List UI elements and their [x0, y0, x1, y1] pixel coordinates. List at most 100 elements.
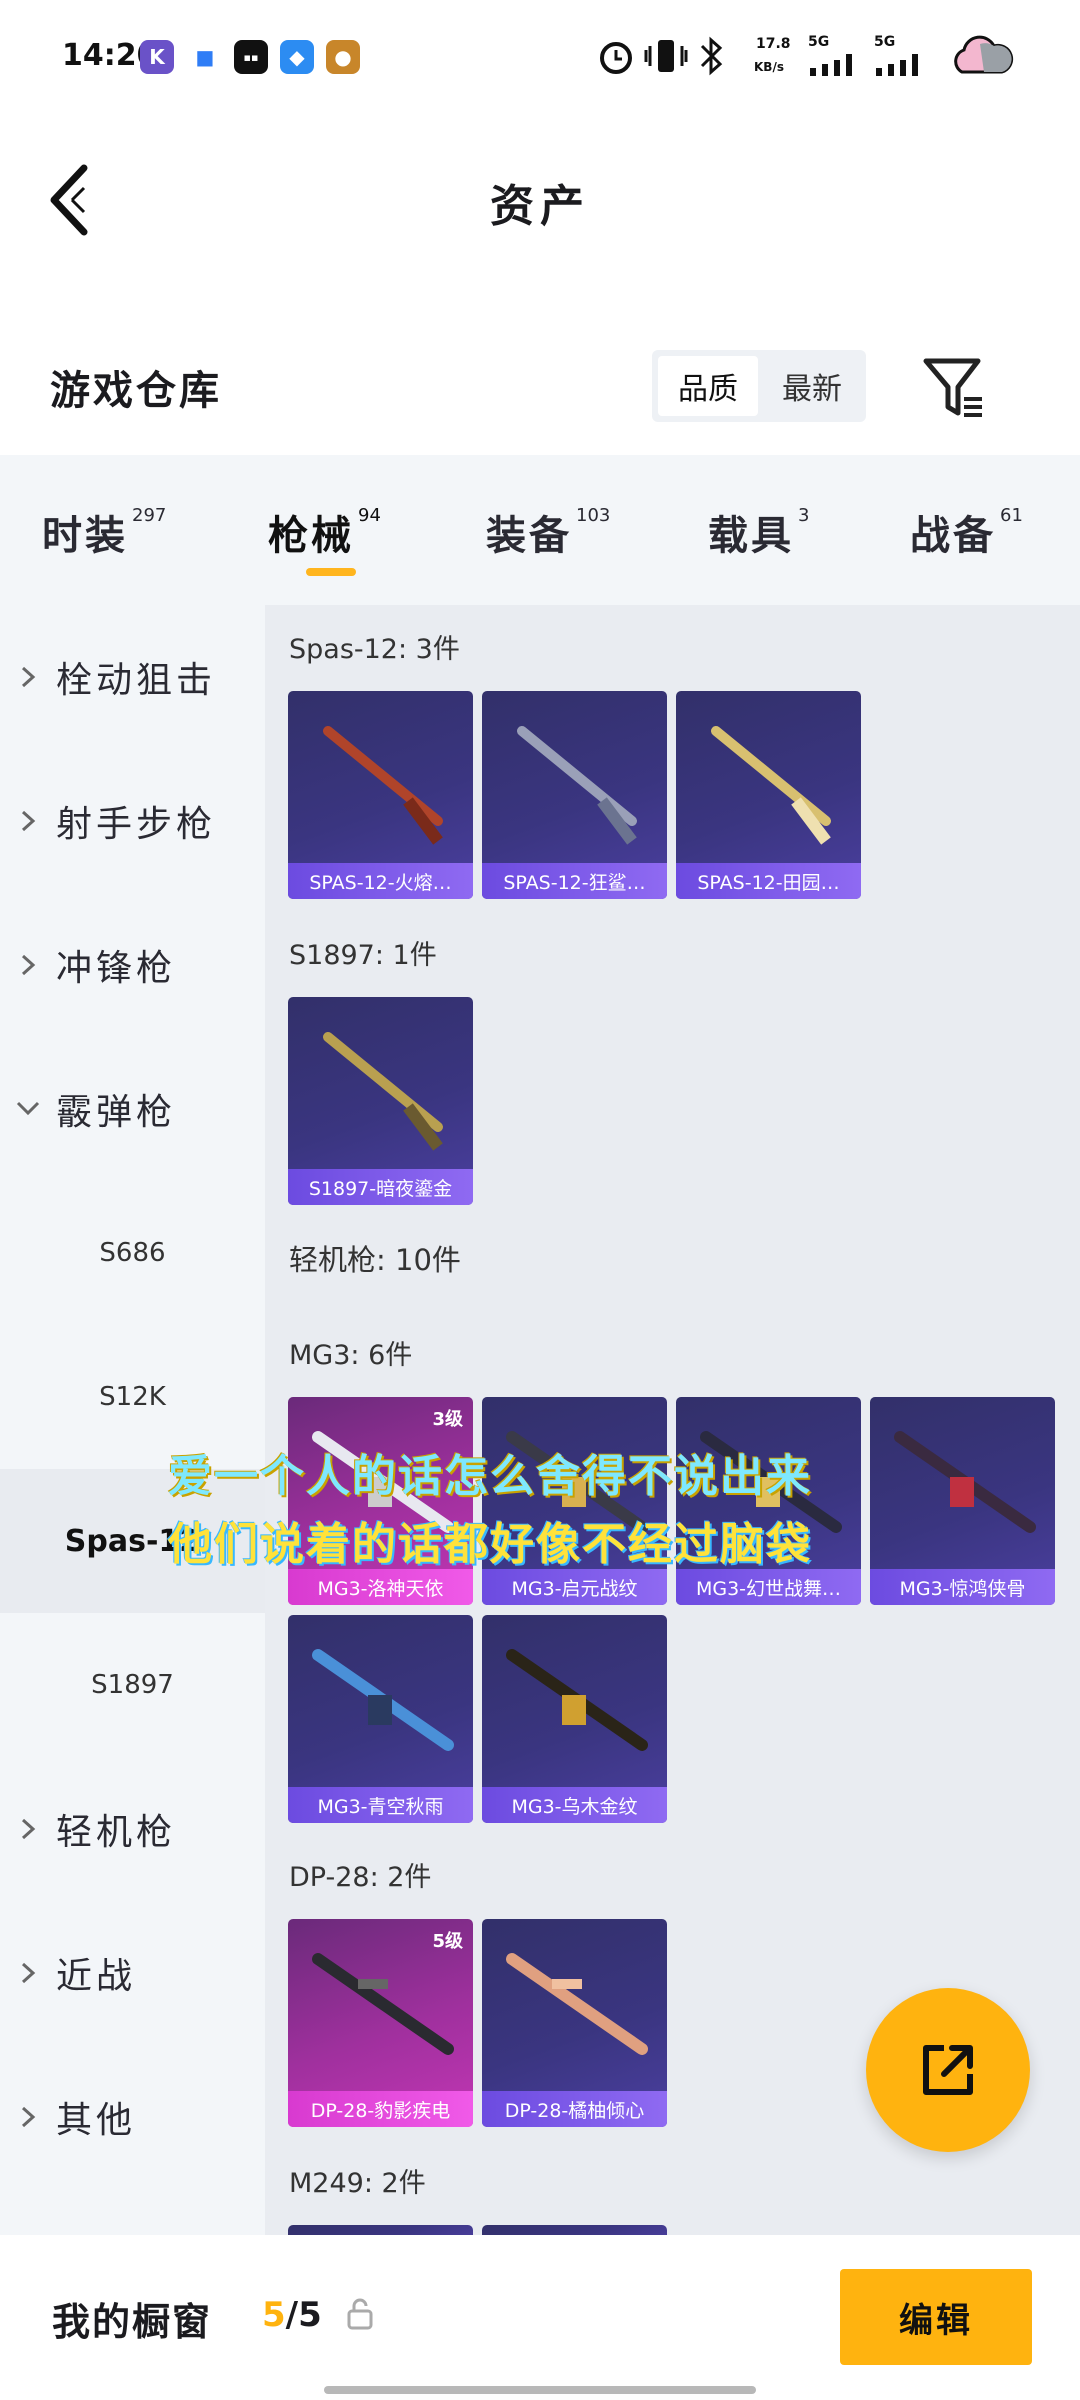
- group-title: 轻机枪: 10件: [289, 1243, 461, 1277]
- sidebar-item-label: 霰弹枪: [56, 1092, 177, 1133]
- skin-name: MG3-乌木金纹: [482, 1787, 667, 1823]
- skin-card[interactable]: MG3-乌木金纹: [482, 1615, 667, 1823]
- tab-count: 103: [576, 504, 611, 526]
- chevron-down-icon: [0, 1100, 56, 1118]
- tab-count: 297: [132, 504, 167, 526]
- tab-fashion[interactable]: 时装 297: [42, 503, 166, 561]
- signal-label-1: 5G: [808, 34, 830, 50]
- sidebar-item-label: 轻机枪: [56, 1812, 177, 1853]
- lyric-subtitle-line-1: 爱一个人的话怎么舍得不说出来: [168, 1451, 812, 1502]
- tab-label: 载具: [708, 513, 794, 559]
- sidebar-item-bolt-sniper[interactable]: 栓动狙击: [0, 605, 265, 749]
- skin-card[interactable]: S1897-暗夜鎏金: [288, 997, 473, 1205]
- shotgun-image-icon: [323, 1032, 443, 1151]
- skin-name: MG3-惊鸿侠骨: [870, 1569, 1055, 1605]
- sidebar-item-label: 栓动狙击: [56, 660, 217, 701]
- signal-2-icon: [876, 54, 918, 76]
- sidebar-subitem-s1897[interactable]: S1897: [0, 1613, 265, 1757]
- sidebar-item-label: 近战: [56, 1956, 137, 1997]
- lmg-image-icon: [894, 1431, 1036, 1533]
- skin-card[interactable]: MG3-惊鸿侠骨: [870, 1397, 1055, 1605]
- skin-name: MG3-青空秋雨: [288, 1787, 473, 1823]
- share-fab-button[interactable]: [866, 1988, 1030, 2152]
- skin-card[interactable]: SPAS-12-狂鲨…: [482, 691, 667, 899]
- alarm-icon: [600, 42, 632, 74]
- share-external-icon: [923, 2045, 973, 2095]
- section-title: 游戏仓库: [50, 368, 222, 414]
- net-unit: KB/s: [754, 60, 784, 74]
- lmg-image-icon: [506, 1649, 648, 1751]
- tab-label: 战备: [910, 513, 996, 559]
- group-title: S1897: 1件: [289, 940, 437, 971]
- news-app-icon: ▪▪: [234, 40, 268, 74]
- skin-name: SPAS-12-田园…: [676, 863, 861, 899]
- tab-firearms[interactable]: 枪械 94: [268, 503, 381, 561]
- shotgun-image-icon: [323, 726, 443, 845]
- level-badge: 3级: [432, 1409, 463, 1430]
- showcase-count-used: 5: [262, 2295, 286, 2335]
- skin-card[interactable]: 5级 DP-28-豹影疾电: [288, 1919, 473, 2127]
- category-tabs: 时装 297 枪械 94 装备 103 载具 3 战备 61: [0, 455, 1080, 605]
- sort-quality-button[interactable]: 品质: [658, 356, 758, 416]
- game-app-icon: ●: [326, 40, 360, 74]
- skin-card[interactable]: SPAS-12-田园…: [676, 691, 861, 899]
- sidebar-item-marksman-rifle[interactable]: 射手步枪: [0, 749, 265, 893]
- skin-name: MG3-洛神天依: [288, 1569, 473, 1605]
- group-title: DP-28: 2件: [289, 1862, 432, 1893]
- skin-name: MG3-启元战纹: [482, 1569, 667, 1605]
- skin-card[interactable]: [482, 2225, 667, 2235]
- sidebar-item-label: 射手步枪: [56, 804, 217, 845]
- signal-label-2: 5G: [874, 34, 896, 50]
- edit-button[interactable]: 编辑: [840, 2269, 1032, 2365]
- tab-label: 枪械: [268, 513, 354, 559]
- vibrate-icon: [644, 40, 688, 72]
- tab-label: 装备: [486, 513, 572, 559]
- tab-equipment[interactable]: 装备 103: [486, 503, 610, 561]
- active-tab-indicator: [306, 568, 356, 576]
- skin-name: S1897-暗夜鎏金: [288, 1169, 473, 1205]
- group-title: M249: 2件: [289, 2168, 426, 2199]
- status-bar: 14:20 K ■ ▪▪ ◆ ● 17.8 KB/s 5G 5G: [0, 0, 1080, 115]
- skin-card[interactable]: MG3-青空秋雨: [288, 1615, 473, 1823]
- page-title: 资产: [490, 181, 590, 232]
- showcase-label: 我的橱窗: [52, 2300, 213, 2344]
- skin-card[interactable]: DP-28-橘柚倾心: [482, 1919, 667, 2127]
- showcase-bar: 我的橱窗 5/5 编辑: [0, 2235, 1080, 2400]
- sidebar-item-melee[interactable]: 近战: [0, 1901, 265, 2045]
- tab-vehicles[interactable]: 载具 3: [708, 503, 809, 561]
- lyric-subtitle-line-2: 他们说着的话都好像不经过脑袋: [168, 1519, 812, 1570]
- tab-combat-supplies[interactable]: 战备 61: [910, 503, 1023, 561]
- weapon-type-sidebar: 栓动狙击 射手步枪 冲锋枪 霰弹枪 S686 S12K Spas-12 S189…: [0, 605, 265, 2235]
- skin-card[interactable]: SPAS-12-火熔…: [288, 691, 473, 899]
- lmg-image-icon: [506, 1953, 648, 2055]
- signal-1-icon: [810, 54, 852, 76]
- filter-icon[interactable]: [922, 355, 986, 421]
- battery-cloud-icon: [954, 35, 1014, 74]
- sidebar-item-shotgun[interactable]: 霰弹枪: [0, 1037, 265, 1181]
- chevron-right-icon: [0, 665, 56, 689]
- sort-newest-button[interactable]: 最新: [762, 356, 862, 416]
- skin-name: SPAS-12-火熔…: [288, 863, 473, 899]
- home-indicator[interactable]: [324, 2386, 756, 2394]
- skin-name: MG3-幻世战舞…: [676, 1569, 861, 1605]
- shotgun-image-icon: [711, 726, 831, 845]
- showcase-count-total: /5: [285, 2295, 322, 2335]
- tab-count: 61: [1000, 504, 1023, 526]
- skin-card[interactable]: [288, 2225, 473, 2235]
- sidebar-item-smg[interactable]: 冲锋枪: [0, 893, 265, 1037]
- sidebar-item-other[interactable]: 其他: [0, 2045, 265, 2189]
- sort-toggle: 品质 最新: [652, 350, 866, 422]
- group-title: Spas-12: 3件: [289, 634, 460, 665]
- bluetooth-icon: [700, 36, 723, 76]
- net-speed: 17.8: [756, 36, 791, 52]
- skin-name: SPAS-12-狂鲨…: [482, 863, 667, 899]
- app-k-icon: K: [140, 40, 174, 74]
- sidebar-item-lmg[interactable]: 轻机枪: [0, 1757, 265, 1901]
- sidebar-subitem-s686[interactable]: S686: [0, 1181, 265, 1325]
- sidebar-item-label: 冲锋枪: [56, 948, 177, 989]
- chevron-right-icon: [0, 2105, 56, 2129]
- lock-icon: [347, 2298, 373, 2330]
- chevron-right-icon: [0, 953, 56, 977]
- chat-app-icon: ■: [188, 40, 222, 74]
- sidebar-item-label: 其他: [56, 2100, 137, 2141]
